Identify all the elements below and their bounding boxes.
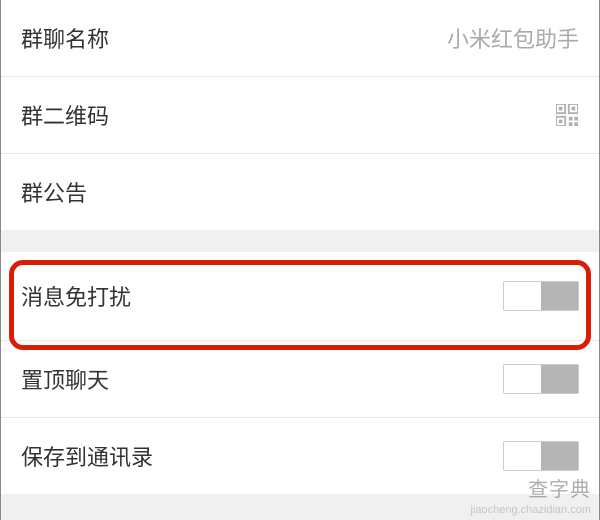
- mute-notifications-toggle[interactable]: [503, 281, 579, 311]
- group-name-label: 群聊名称: [21, 22, 109, 54]
- pin-chat-toggle[interactable]: [503, 364, 579, 394]
- group-qrcode-label: 群二维码: [21, 99, 109, 131]
- section-divider: [1, 230, 599, 252]
- save-contacts-toggle[interactable]: [503, 441, 579, 471]
- save-contacts-label: 保存到通讯录: [21, 440, 153, 472]
- qrcode-icon: [555, 103, 579, 127]
- watermark: 查字典 jiaocheng.chazidian.com: [471, 473, 591, 516]
- group-name-row[interactable]: 群聊名称 小米红包助手: [1, 0, 599, 77]
- toggle-slider: [541, 365, 578, 393]
- pin-chat-row[interactable]: 置顶聊天: [1, 341, 599, 418]
- group-announcement-label: 群公告: [21, 176, 87, 208]
- group-info-section: 群聊名称 小米红包助手 群二维码 群: [1, 0, 599, 230]
- watermark-url: jiaocheng.chazidian.com: [471, 504, 591, 516]
- group-name-value: 小米红包助手: [447, 22, 579, 54]
- mute-notifications-label: 消息免打扰: [21, 280, 131, 312]
- group-announcement-row[interactable]: 群公告: [1, 154, 599, 230]
- pin-chat-label: 置顶聊天: [21, 363, 109, 395]
- toggle-slider: [541, 282, 578, 310]
- group-qrcode-row[interactable]: 群二维码: [1, 77, 599, 154]
- chat-settings-section: 消息免打扰 置顶聊天 保存到通讯录: [1, 252, 599, 494]
- mute-notifications-row[interactable]: 消息免打扰: [1, 252, 599, 341]
- toggle-slider: [541, 442, 578, 470]
- settings-container: 群聊名称 小米红包助手 群二维码 群: [0, 0, 600, 520]
- watermark-text: 查字典: [528, 473, 591, 502]
